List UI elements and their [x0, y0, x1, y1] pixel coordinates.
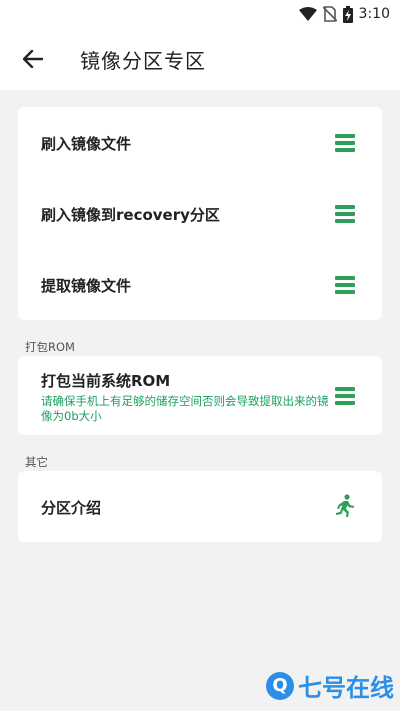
pack-rom-description: 请确保手机上有足够的储存空间否则会导致提取出来的镜像为0b大小 [41, 394, 329, 423]
battery-charging-icon [342, 5, 353, 23]
clock: 3:10 [358, 6, 390, 22]
watermark-logo: Q 七号在线 [266, 668, 394, 703]
partition-intro-label: 分区介绍 [41, 499, 102, 517]
pack-rom-row[interactable]: 打包当前系统ROM 请确保手机上有足够的储存空间否则会导致提取出来的镜像为0b大… [18, 356, 382, 435]
arrow-back-icon [23, 50, 43, 68]
pack-card: 打包当前系统ROM 请确保手机上有足够的储存空间否则会导致提取出来的镜像为0b大… [18, 356, 382, 435]
other-card: 分区介绍 [18, 471, 382, 542]
flash-recovery-label: 刷入镜像到recovery分区 [41, 206, 220, 224]
section-header-other: 其它 [25, 455, 48, 469]
wifi-icon [298, 7, 317, 21]
watermark-q-icon: Q [266, 671, 294, 700]
pack-rom-label: 打包当前系统ROM [41, 372, 171, 390]
status-bar: 3:10 [0, 0, 400, 28]
extract-image-label: 提取镜像文件 [41, 277, 132, 295]
flash-image-label: 刷入镜像文件 [41, 135, 132, 153]
menu-icon [334, 203, 356, 225]
menu-icon [334, 274, 356, 296]
section-header-pack: 打包ROM [25, 340, 75, 354]
extract-image-row[interactable]: 提取镜像文件 [18, 249, 382, 320]
watermark-text: 七号在线 [298, 674, 394, 702]
back-button[interactable] [18, 44, 48, 74]
menu-icon [334, 385, 356, 407]
menu-icon [334, 132, 356, 154]
app-bar: 镜像分区专区 [0, 28, 400, 90]
flash-card: 刷入镜像文件 刷入镜像到recovery分区 提取镜像文件 [18, 107, 382, 320]
partition-intro-row[interactable]: 分区介绍 [18, 471, 382, 542]
flash-recovery-row[interactable]: 刷入镜像到recovery分区 [18, 178, 382, 249]
no-sim-icon [322, 6, 337, 22]
running-person-icon [334, 494, 356, 517]
flash-image-row[interactable]: 刷入镜像文件 [18, 107, 382, 178]
page-title: 镜像分区专区 [80, 48, 206, 73]
